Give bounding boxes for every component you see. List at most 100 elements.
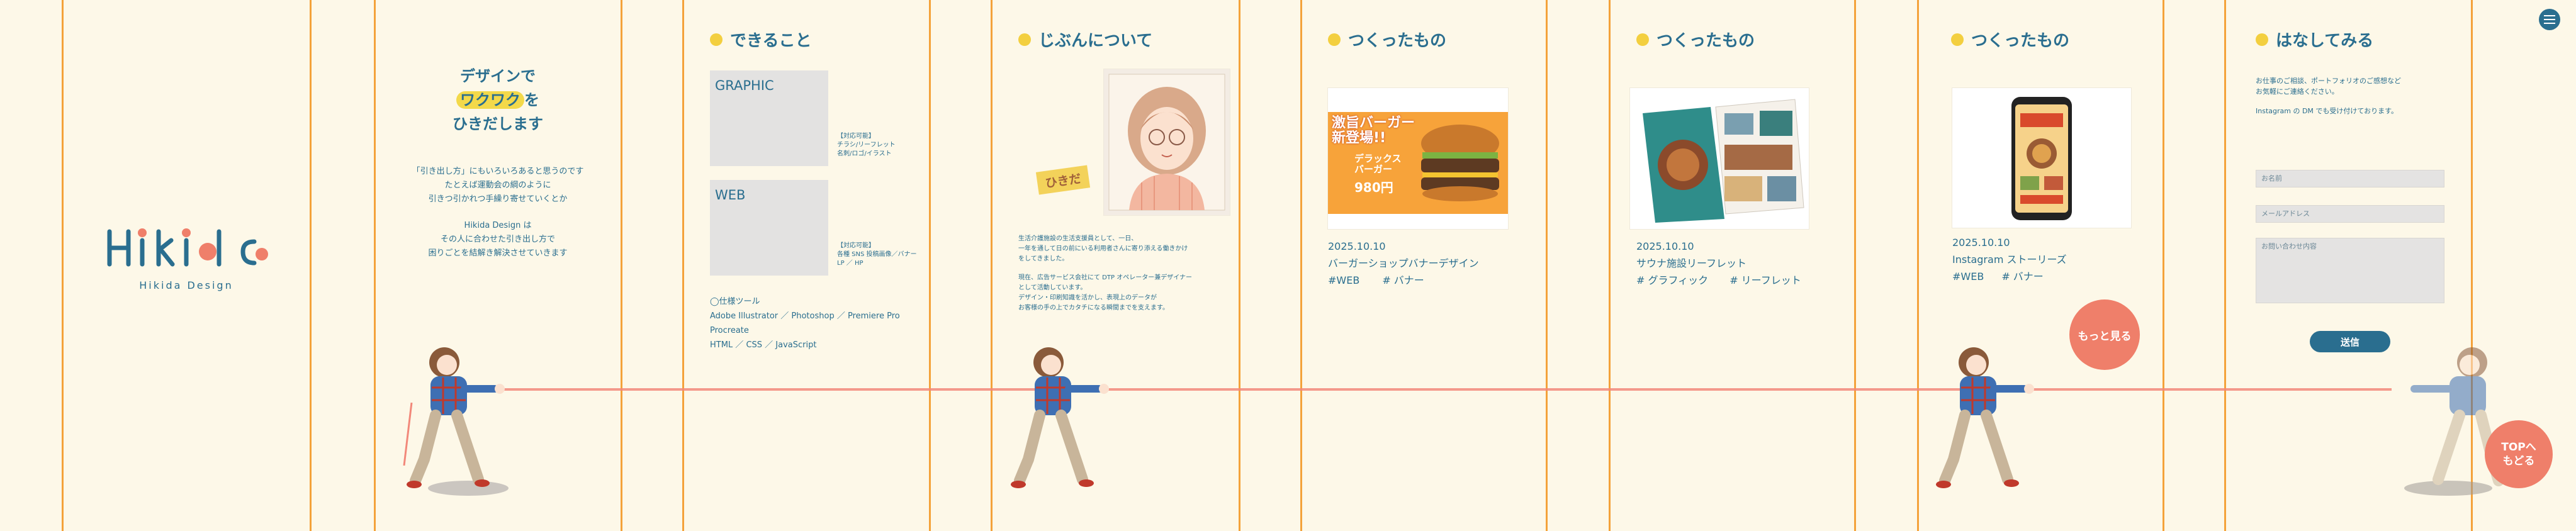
note-line: チラシ/リーフレット: [837, 142, 896, 148]
burger-icon: [1421, 125, 1499, 201]
banner-price: 980円: [1354, 180, 1393, 195]
heading-dot-icon: [710, 33, 723, 46]
skills-panel: できること GRAPHIC 【対応可能】 チラシ/リーフレット 名刺/ロゴ/イラ…: [683, 0, 929, 531]
work-thumbnail-3[interactable]: [1952, 88, 2131, 228]
bio-line: お客様の手の上でカタチになる瞬間までを支えます。: [1018, 305, 1169, 311]
more-works-button[interactable]: もっと見る: [2069, 299, 2140, 370]
heading-dot-icon: [1951, 33, 1964, 46]
skills-heading-text: できること: [730, 31, 812, 50]
burger-banner: 激旨バーガー 新登場!! デラックス バーガー 980円: [1328, 112, 1508, 214]
heading-dot-icon: [1636, 33, 1649, 46]
tools-line: Adobe Illustrator ／ Photoshop ／ Premiere…: [710, 311, 900, 321]
contact-line: お仕事のご相談、ポートフォリオのご感想など: [2256, 77, 2401, 85]
works-heading-text: つくったもの: [1348, 31, 1447, 50]
note-line: 名刺/ロゴ/イラスト: [837, 150, 892, 157]
bio-line: 生活介護施設の生活支援員として、一日、: [1018, 235, 1138, 242]
contact-intro: お仕事のご相談、ポートフォリオのご感想など お気軽にご連絡ください。 Insta…: [2256, 75, 2401, 116]
smartphone-mockup-icon: [2011, 97, 2072, 220]
character-pulling-icon: [403, 347, 509, 496]
bio-line: 一年を通して日の前にいる利用者さんに寄り添える働きかけ: [1018, 245, 1188, 252]
work-tag[interactable]: #WEB: [1952, 271, 1984, 282]
intro-headline: デザインで ワクワクを ひきだします: [375, 64, 621, 136]
submit-button[interactable]: 送信: [2310, 331, 2390, 352]
character-pulling-icon: [1011, 347, 1109, 488]
column-divider: [310, 0, 312, 531]
banner-line: バーガー: [1354, 164, 1393, 175]
tools-list: ◯仕様ツール Adobe Illustrator ／ Photoshop ／ P…: [710, 294, 900, 352]
work-date: 2025.10.10: [1636, 240, 1694, 252]
bio-line: として活動しています。: [1018, 284, 1087, 291]
works-heading: つくったもの: [1636, 28, 1755, 51]
work-tags: # グラフィック # リーフレット: [1636, 272, 1801, 289]
work-title: Instagram ストーリーズ: [1952, 254, 2067, 266]
work-tag[interactable]: # バナー: [1382, 274, 1424, 286]
column-divider: [929, 0, 931, 531]
column-divider: [1854, 0, 1856, 531]
work-panel-1: つくったもの 激旨バーガー 新登場!! デラックス バーガー 980円 2025: [1302, 0, 1546, 531]
work-tag[interactable]: #WEB: [1328, 274, 1359, 286]
work-info-2: 2025.10.10 サウナ施設リーフレット # グラフィック # リーフレット: [1636, 238, 1801, 289]
work-title: バーガーショップバナーデザイン: [1328, 257, 1479, 269]
works-heading: つくったもの: [1951, 28, 2069, 51]
work-info-1: 2025.10.10 バーガーショップバナーデザイン #WEB # バナー: [1328, 238, 1479, 289]
hamburger-menu-icon[interactable]: [2539, 9, 2560, 30]
contact-line: お気軽にご連絡ください。: [2256, 87, 2339, 96]
intro-paragraph: 「引き出し方」にもいろいろあると思うのです たとえば運動会の綱のように 引きつ引…: [375, 165, 621, 260]
heading-dot-icon: [2256, 33, 2268, 46]
work-tags: #WEB # バナー: [1328, 272, 1479, 289]
banner-line: 新登場!!: [1332, 130, 1386, 146]
intro-line: 困りごとを結解き解決させていきます: [428, 249, 568, 258]
intro-line: 引きつ引かれつ手繰り寄せていくとか: [428, 194, 568, 204]
logo-panel: Hikida Design: [63, 0, 310, 531]
work-tag[interactable]: # バナー: [2001, 271, 2044, 282]
logo-mark-icon: [107, 228, 268, 267]
work-tag[interactable]: # リーフレット: [1730, 274, 1801, 286]
banner-product: デラックス バーガー: [1354, 154, 1402, 175]
email-field[interactable]: メールアドレス: [2256, 205, 2444, 223]
name-field[interactable]: お名前: [2256, 170, 2444, 187]
intro-line: 「引き出し方」にもいろいろあると思うのです: [412, 167, 584, 176]
bio-line: をしてきました。: [1018, 255, 1069, 262]
character-pulling-icon: [1936, 347, 2034, 488]
headline-line-1: デザインで: [460, 67, 536, 85]
works-heading: つくったもの: [1328, 28, 1446, 51]
message-field[interactable]: お問い合わせ内容: [2256, 238, 2444, 303]
about-heading-text: じぶんについて: [1038, 31, 1153, 50]
portrait-frame: [1104, 69, 1230, 215]
work-tags: #WEB # バナー: [1952, 268, 2067, 285]
note-line: 【対応可能】: [837, 242, 875, 249]
back-to-top-button[interactable]: TOPへ もどる: [2485, 420, 2553, 488]
tools-line: HTML ／ CSS ／ JavaScript: [710, 340, 817, 350]
heading-dot-icon: [1018, 33, 1031, 46]
tools-line: Procreate: [710, 326, 749, 335]
column-divider: [2163, 0, 2164, 531]
menu-bar: [2544, 23, 2555, 24]
banner-line: デラックス: [1354, 153, 1402, 164]
work-date: 2025.10.10: [1328, 240, 1386, 252]
heading-dot-icon: [1328, 33, 1341, 46]
contact-heading-text: はなしてみる: [2276, 31, 2374, 50]
work-tag[interactable]: # グラフィック: [1636, 274, 1708, 286]
top-button-line: TOPへ: [2501, 441, 2536, 454]
headline-highlight: ワクワク: [456, 91, 524, 109]
intro-line: Hikida Design は: [464, 221, 532, 230]
note-line: LP ／ HP: [837, 260, 863, 267]
tools-title: ◯仕様ツール: [710, 297, 760, 306]
work-panel-2: つくったもの 2025.10.10 サウナ施設リーフレット # グラフィック # …: [1610, 0, 1854, 531]
about-heading: じぶんについて: [1018, 28, 1152, 51]
works-heading-text: つくったもの: [1971, 31, 2070, 50]
headline-line-3: ひきだします: [453, 115, 543, 133]
graphic-note: 【対応可能】 チラシ/リーフレット 名刺/ロゴ/イラスト: [837, 132, 896, 159]
contact-line: Instagram の DM でも受け付けております。: [2256, 107, 2398, 115]
web-note: 【対応可能】 各種 SNS 投稿画像／バナー LP ／ HP: [837, 242, 917, 268]
work-thumbnail-2[interactable]: [1630, 88, 1809, 229]
work-title: サウナ施設リーフレット: [1636, 257, 1747, 269]
web-card: WEB: [710, 180, 828, 276]
leaflet-illustration-icon: [1643, 99, 1804, 223]
work-thumbnail-1[interactable]: 激旨バーガー 新登場!! デラックス バーガー 980円: [1328, 88, 1508, 229]
banner-headline: 激旨バーガー 新登場!!: [1332, 116, 1415, 146]
column-divider: [1239, 0, 1240, 531]
note-line: 各種 SNS 投稿画像／バナー: [837, 251, 917, 258]
name-tag: ひきだ: [1035, 165, 1091, 195]
menu-bar: [2544, 15, 2555, 16]
